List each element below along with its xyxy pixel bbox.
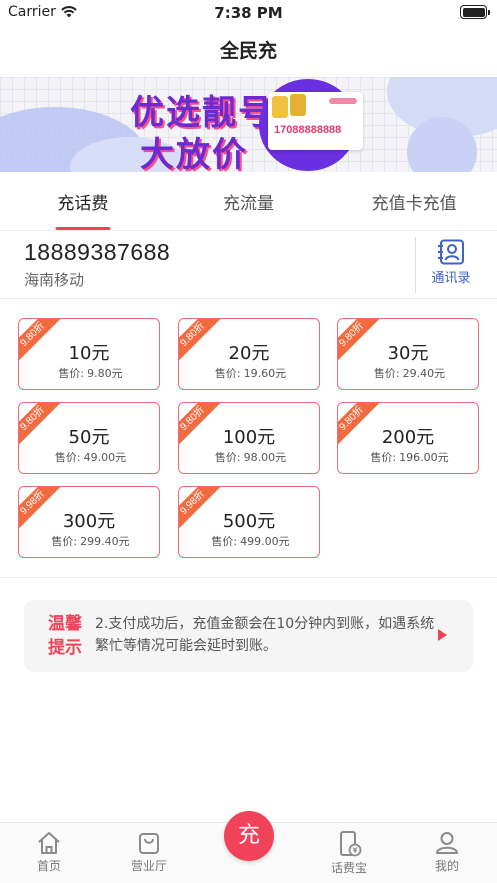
- product-amount: 10元: [68, 343, 110, 364]
- tab-label: 充流量: [223, 194, 274, 214]
- nav-label: 首页: [36, 859, 61, 873]
- product-price: 售价: 29.40元: [338, 365, 478, 381]
- tip-text: 2.支付成功后，充值金额会在10分钟内到账，如遇系统繁忙等情况可能会延时到账。: [95, 616, 435, 654]
- nav-store[interactable]: 营业厅: [114, 831, 184, 874]
- phone-number-input[interactable]: 18889387688: [24, 239, 170, 266]
- product-card[interactable]: 9.80折 10元 售价: 9.80元: [18, 318, 160, 390]
- price-label: 售价:: [370, 451, 397, 464]
- tab-label: 充话费: [57, 194, 109, 214]
- product-card[interactable]: 9.80折 20元 售价: 19.60元: [178, 318, 320, 390]
- nav-wallet[interactable]: 话费宝: [314, 831, 384, 876]
- nav-label: 营业厅: [130, 859, 167, 873]
- price-value: 299.40元: [80, 535, 130, 548]
- price-label: 售价:: [373, 367, 400, 380]
- product-card[interactable]: 9.80折 200元 售价: 196.00元: [337, 402, 479, 474]
- product-amount: 100元: [222, 427, 276, 448]
- product-price: 售价: 9.80元: [19, 365, 159, 381]
- product-amount: 200元: [381, 427, 435, 448]
- sim-chip-icon: [272, 96, 288, 118]
- product-amount: 300元: [62, 511, 116, 532]
- product-amount: 500元: [222, 511, 276, 532]
- product-amount: 30元: [387, 343, 429, 364]
- price-label: 售价:: [51, 535, 78, 548]
- price-value: 98.00元: [243, 451, 287, 464]
- recharge-button[interactable]: 充: [224, 811, 274, 861]
- price-value: 9.80元: [87, 367, 123, 380]
- product-price: 售价: 98.00元: [179, 449, 319, 465]
- price-label: 售价:: [54, 451, 81, 464]
- carrier-logo: [329, 98, 357, 104]
- contacts-button[interactable]: 通讯录: [424, 239, 478, 295]
- contacts-label: 通讯录: [431, 271, 471, 286]
- product-card[interactable]: 9.80折 50元 售价: 49.00元: [18, 402, 160, 474]
- price-label: 售价:: [58, 367, 85, 380]
- nav-home[interactable]: 首页: [14, 831, 84, 874]
- promo-banner[interactable]: 优选靓号 大放价 17088888888: [0, 77, 497, 172]
- product-card[interactable]: 9.80折 100元 售价: 98.00元: [178, 402, 320, 474]
- price-label: 售价:: [214, 451, 241, 464]
- product-price: 售价: 196.00元: [338, 449, 478, 465]
- product-card[interactable]: 9.98折 300元 售价: 299.40元: [18, 486, 160, 558]
- product-amount: 20元: [228, 343, 270, 364]
- carrier-name: 海南移动: [24, 271, 85, 289]
- home-icon: [38, 832, 60, 854]
- nav-label: 我的: [434, 859, 459, 873]
- tab-label: 充值卡充值: [371, 194, 457, 214]
- sim-card-image: 17088888888: [268, 92, 363, 150]
- battery-icon: [460, 5, 490, 19]
- bag-icon: [139, 833, 159, 854]
- price-value: 49.00元: [83, 451, 127, 464]
- price-value: 196.00元: [399, 451, 449, 464]
- nav-label: 话费宝: [330, 861, 367, 875]
- price-label: 售价:: [214, 367, 241, 380]
- user-icon: [436, 832, 458, 854]
- bottom-tab-bar: 首页 营业厅 充 话费宝 我的: [0, 811, 497, 883]
- divider: [415, 237, 416, 293]
- product-price: 售价: 499.00元: [179, 533, 319, 549]
- tab-phone-credit[interactable]: 充话费: [0, 172, 166, 230]
- play-arrow-icon: [438, 629, 447, 641]
- product-amount: 50元: [68, 427, 110, 448]
- product-price: 售价: 299.40元: [19, 533, 159, 549]
- product-card[interactable]: 9.80折 30元 售价: 29.40元: [337, 318, 479, 390]
- tab-card-recharge[interactable]: 充值卡充值: [331, 172, 497, 230]
- price-value: 499.00元: [240, 535, 290, 548]
- banner-subheadline: 大放价: [140, 135, 248, 172]
- section-divider: [0, 577, 497, 578]
- nav-profile[interactable]: 我的: [412, 831, 482, 874]
- product-price: 售价: 49.00元: [19, 449, 159, 465]
- price-value: 19.60元: [243, 367, 287, 380]
- tab-data[interactable]: 充流量: [166, 172, 332, 230]
- product-price: 售价: 19.60元: [179, 365, 319, 381]
- recharge-tabs: 充话费 充流量 充值卡充值: [0, 172, 497, 231]
- price-label: 售价:: [211, 535, 238, 548]
- phone-input-row: 18889387688 海南移动 通讯录: [0, 231, 497, 299]
- tab-active-indicator: [55, 227, 111, 230]
- phone-wallet-icon: [340, 831, 362, 857]
- tip-banner[interactable]: 温馨提示 2.支付成功后，充值金额会在10分钟内到账，如遇系统繁忙等情况可能会延…: [24, 600, 473, 672]
- banner-card-number: 17088888888: [274, 124, 342, 136]
- product-card[interactable]: 9.98折 500元 售价: 499.00元: [178, 486, 320, 558]
- clock: 7:38 PM: [214, 4, 283, 22]
- tip-label: 温馨提示: [48, 614, 82, 658]
- status-bar: Carrier 7:38 PM: [0, 0, 497, 26]
- page-title: 全民充: [219, 40, 277, 62]
- contacts-icon: [438, 239, 464, 265]
- sim-chip-icon: [290, 94, 306, 116]
- price-value: 29.40元: [402, 367, 446, 380]
